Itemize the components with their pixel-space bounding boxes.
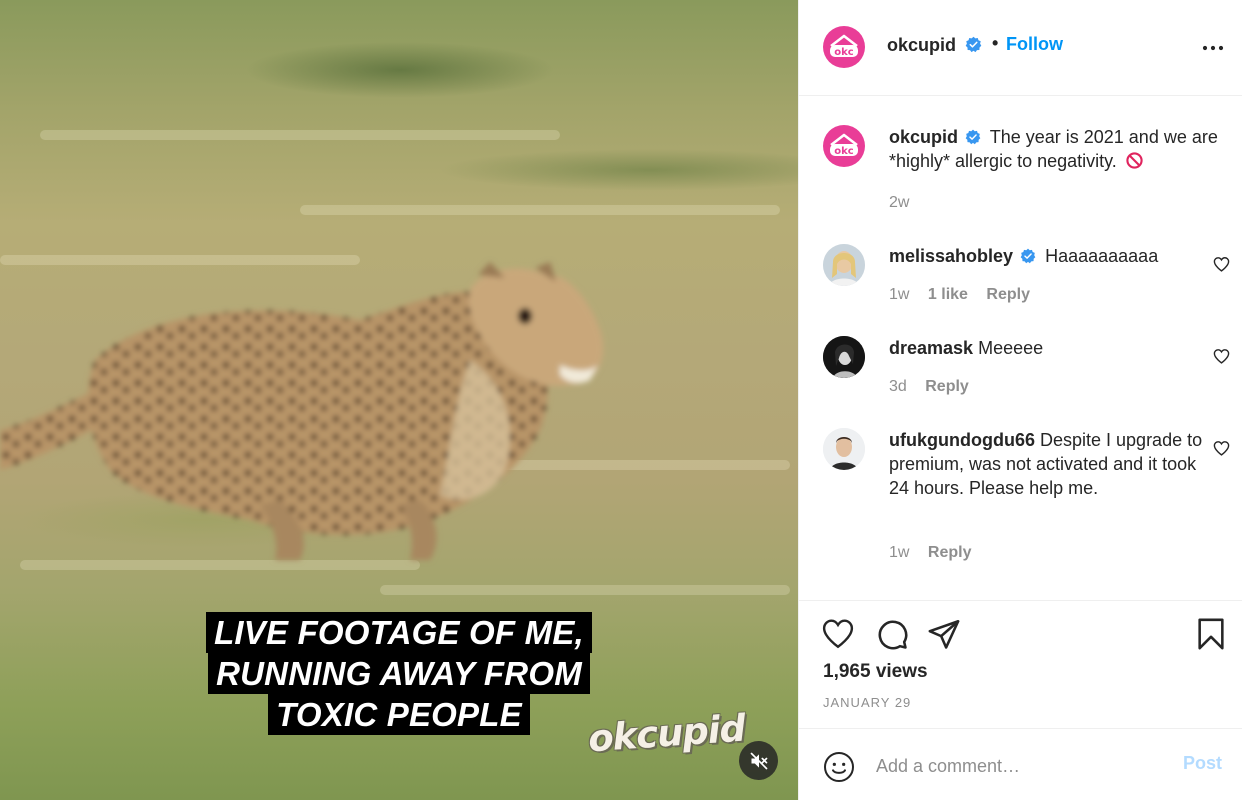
caption-text: okcupid The year is 2021 and we are *hig…: [889, 125, 1219, 173]
comment-text: melissahobley Haaaaaaaaaa: [889, 244, 1219, 268]
comment-bubble-icon[interactable]: [875, 617, 909, 651]
user-photo-icon: [823, 244, 865, 286]
add-comment-bar: Post: [799, 728, 1242, 800]
caption-username[interactable]: okcupid: [889, 127, 958, 147]
comment-input[interactable]: [876, 751, 1166, 781]
comment-text: ufukgundogdu66 Despite I upgrade to prem…: [889, 428, 1219, 500]
avatar-text: okc: [834, 47, 854, 58]
avatar-text: okc: [834, 146, 854, 157]
comment-time: 1w: [889, 286, 910, 303]
heart-icon[interactable]: [1213, 348, 1230, 365]
verified-icon: [1020, 248, 1036, 264]
post-side-panel: okc okcupid • Follow okc okcupid The yea…: [798, 0, 1242, 800]
post-date[interactable]: JANUARY 29: [823, 695, 911, 710]
heart-icon[interactable]: [1213, 440, 1230, 457]
caption-line: TOXIC PEOPLE: [268, 694, 530, 735]
caption-time: 2w: [889, 194, 910, 211]
post-actions: 1,965 views JANUARY 29: [799, 600, 1242, 728]
caption-meta: 2w: [889, 194, 923, 212]
comment-time: 3d: [889, 378, 907, 395]
separator-dot: •: [992, 33, 999, 53]
user-photo-icon: [823, 336, 865, 378]
avatar[interactable]: okc: [823, 26, 865, 68]
emoji-smiley-icon[interactable]: [823, 751, 855, 783]
comment-meta: 1w Reply: [889, 544, 985, 562]
post-header: okc okcupid • Follow: [799, 0, 1242, 96]
comment-username[interactable]: melissahobley: [889, 246, 1013, 266]
comment-username[interactable]: dreamask: [889, 338, 973, 358]
no-entry-icon: [1126, 152, 1143, 169]
comment-username[interactable]: ufukgundogdu66: [889, 430, 1035, 450]
comment-text: dreamask Meeeee: [889, 336, 1219, 360]
avatar[interactable]: [823, 336, 865, 378]
okcupid-logo-icon: okc: [830, 34, 858, 58]
heart-icon[interactable]: [1213, 256, 1230, 273]
like-heart-icon[interactable]: [821, 617, 855, 651]
avatar[interactable]: [823, 244, 865, 286]
speaker-muted-icon: [750, 752, 767, 769]
reply-button[interactable]: Reply: [928, 544, 972, 561]
post-media[interactable]: LIVE FOOTAGE OF ME, RUNNING AWAY FROM TO…: [0, 0, 798, 800]
bookmark-icon[interactable]: [1194, 617, 1228, 651]
caption-line: LIVE FOOTAGE OF ME,: [206, 612, 592, 653]
reply-button[interactable]: Reply: [986, 286, 1030, 303]
comment-meta: 3d Reply: [889, 378, 983, 396]
user-photo-icon: [823, 428, 865, 470]
comment-likes[interactable]: 1 like: [928, 286, 968, 303]
header-username[interactable]: okcupid: [887, 35, 956, 56]
follow-button[interactable]: Follow: [1006, 34, 1063, 55]
mute-button[interactable]: [739, 741, 778, 780]
verified-icon: [965, 129, 981, 145]
caption-line: RUNNING AWAY FROM: [208, 653, 590, 694]
comment-body: Haaaaaaaaaa: [1045, 246, 1159, 266]
share-send-icon[interactable]: [927, 617, 961, 651]
verified-icon: [965, 36, 982, 53]
more-horizontal-icon[interactable]: [1201, 38, 1225, 58]
comments-list: okc okcupid The year is 2021 and we are …: [799, 97, 1242, 599]
view-count[interactable]: 1,965 views: [823, 661, 928, 683]
okcupid-logo-icon: okc: [830, 133, 858, 157]
comment-time: 1w: [889, 544, 910, 561]
avatar[interactable]: okc: [823, 125, 865, 167]
verified-badge: [965, 36, 982, 58]
reply-button[interactable]: Reply: [925, 378, 969, 395]
post-button[interactable]: Post: [1183, 753, 1222, 774]
comment-meta: 1w 1 like Reply: [889, 286, 1044, 304]
comment-body: Meeeee: [978, 338, 1044, 358]
avatar[interactable]: [823, 428, 865, 470]
